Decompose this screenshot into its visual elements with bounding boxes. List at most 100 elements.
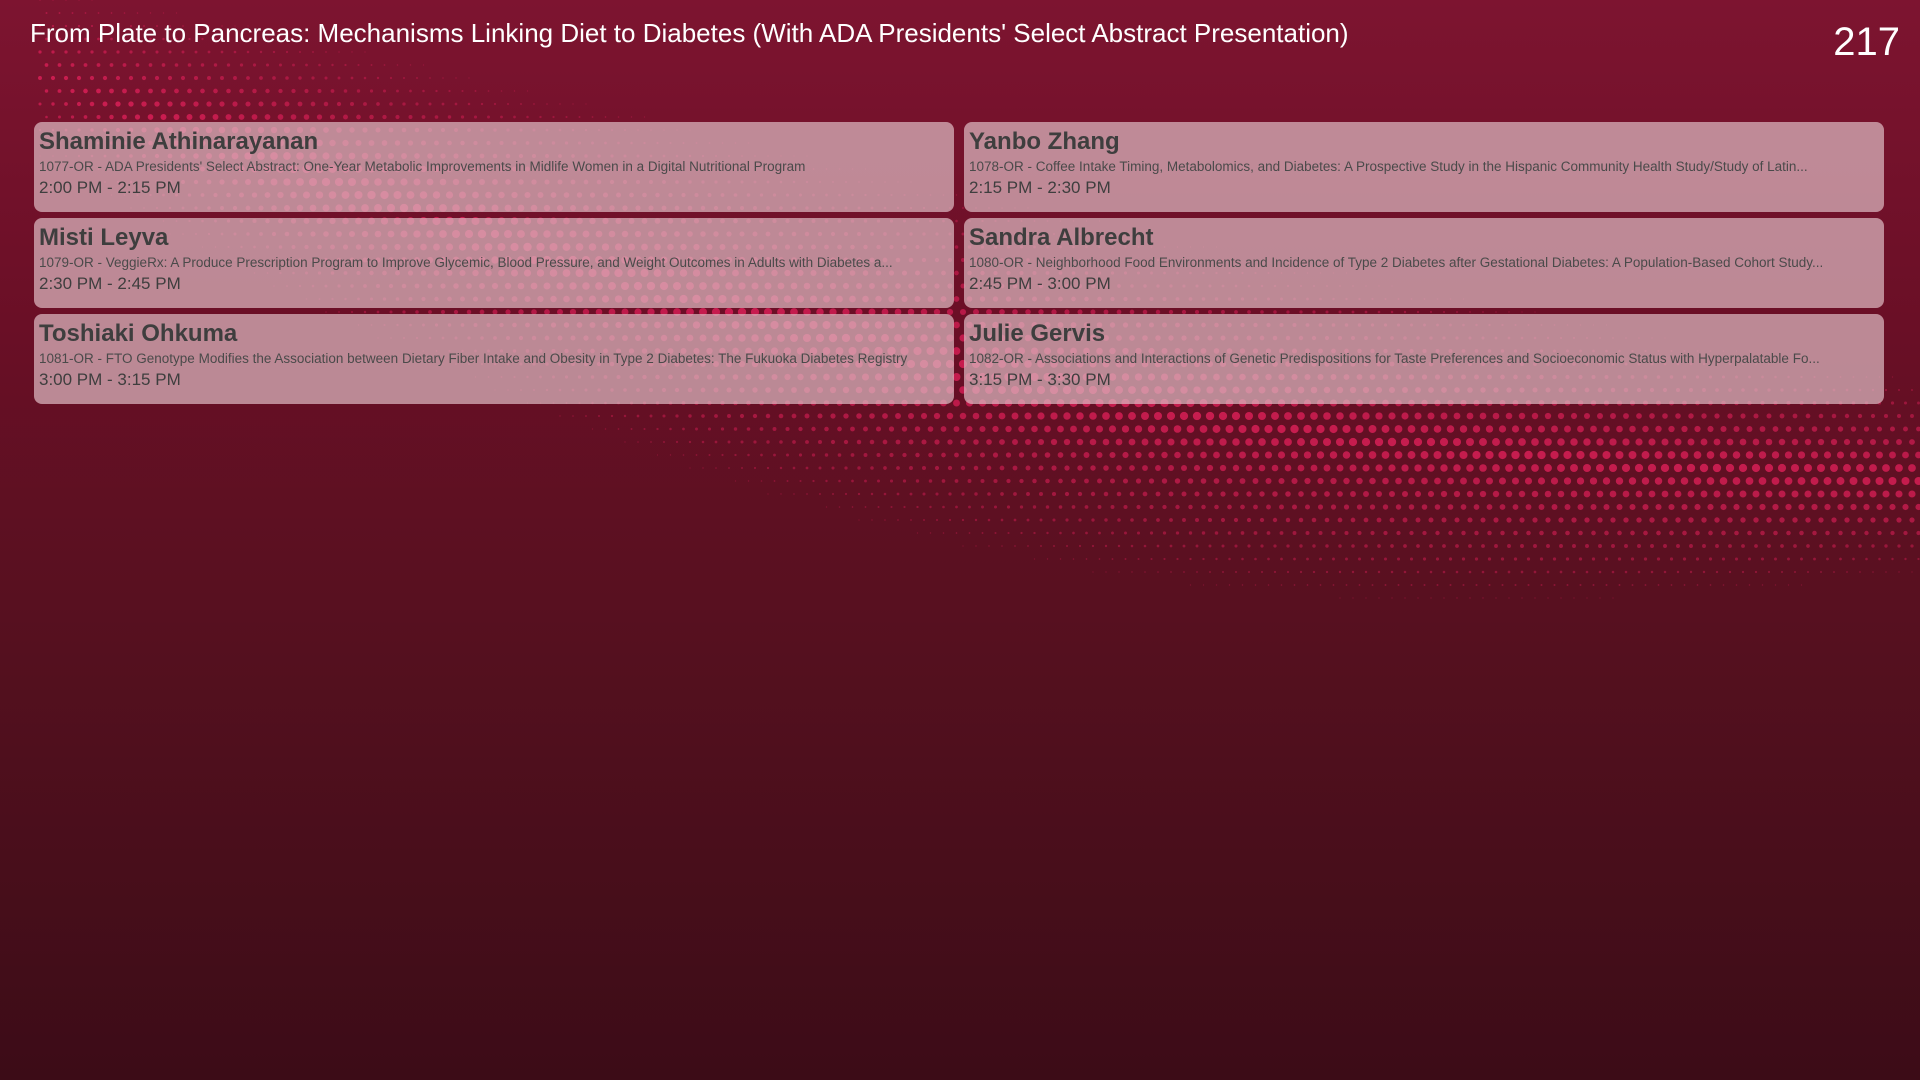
halftone-dot (1305, 531, 1310, 535)
halftone-dot (1180, 438, 1188, 446)
halftone-dot (1857, 517, 1863, 523)
halftone-dot (1109, 478, 1116, 484)
halftone-dot (1481, 544, 1485, 548)
halftone-dot (1628, 477, 1637, 485)
halftone-dot (1611, 544, 1615, 548)
halftone-dot (882, 439, 888, 445)
halftone-dot (1778, 490, 1786, 498)
halftone-dot (1228, 584, 1231, 586)
halftone-dot (1111, 558, 1114, 560)
halftone-dot (1453, 490, 1461, 498)
halftone-dot (1448, 530, 1453, 536)
halftone-dot (1752, 490, 1760, 498)
halftone-dot (1070, 425, 1077, 433)
halftone-dot (1482, 597, 1484, 599)
halftone-dot (1793, 570, 1797, 574)
halftone-dot (1852, 557, 1855, 561)
halftone-dot (428, 102, 432, 106)
halftone-dot (1728, 570, 1732, 574)
halftone-dot (1402, 517, 1408, 523)
halftone-dot (1902, 451, 1909, 459)
halftone-dot (1381, 425, 1390, 433)
halftone-dot (1552, 557, 1557, 561)
halftone-dot (1851, 530, 1856, 536)
halftone-dot (1435, 557, 1440, 561)
halftone-dot (1077, 491, 1083, 497)
halftone-dot (1610, 517, 1616, 523)
halftone-dot (1557, 464, 1565, 472)
halftone-dot (1188, 531, 1193, 535)
halftone-dot (1624, 570, 1628, 574)
halftone-dot (1382, 504, 1389, 510)
speaker-name: Sandra Albrecht (969, 224, 1154, 251)
halftone-dot (1240, 531, 1245, 535)
halftone-dot (1461, 530, 1466, 536)
halftone-dot (1435, 530, 1440, 536)
halftone-dot (51, 102, 55, 106)
session-card: Julie Gervis 1082-OR - Associations and … (964, 314, 1884, 404)
halftone-dot (1545, 517, 1551, 523)
halftone-dot (1641, 451, 1650, 459)
halftone-dot (1222, 571, 1224, 573)
halftone-dot (1891, 557, 1894, 561)
halftone-dot (1767, 544, 1771, 548)
halftone-dot (1102, 412, 1110, 420)
halftone-dot (1117, 544, 1121, 548)
halftone-dot (747, 480, 750, 482)
halftone-dot (959, 412, 967, 420)
halftone-dot (1078, 518, 1082, 522)
halftone-dot (1547, 597, 1549, 599)
halftone-dot (986, 465, 992, 471)
halftone-dot (1012, 439, 1018, 445)
halftone-dot (1891, 376, 1894, 378)
halftone-dot (1362, 464, 1370, 472)
halftone-dot (409, 89, 412, 93)
halftone-dot (1843, 438, 1851, 446)
halftone-dot (572, 103, 574, 105)
halftone-dot (799, 479, 802, 483)
halftone-dot (1803, 463, 1813, 473)
halftone-dot (1472, 425, 1481, 433)
halftone-dot (1824, 426, 1831, 432)
halftone-dot (1636, 413, 1642, 419)
halftone-dot (1908, 490, 1916, 498)
halftone-dot (1440, 490, 1448, 498)
halftone-dot (1779, 517, 1785, 523)
halftone-dot (206, 101, 212, 107)
halftone-dot (1376, 517, 1382, 523)
halftone-dot (1225, 425, 1234, 433)
halftone-dot (1084, 505, 1089, 509)
halftone-dot (1591, 530, 1596, 536)
halftone-dot (1311, 491, 1317, 497)
halftone-dot (1434, 504, 1441, 510)
halftone-dot (1475, 584, 1478, 586)
halftone-dot (1890, 401, 1895, 405)
halftone-dot (1316, 424, 1325, 434)
halftone-dot (303, 114, 310, 120)
halftone-dot (753, 466, 757, 470)
halftone-dot (1622, 438, 1630, 446)
halftone-dot (1046, 558, 1049, 560)
halftone-dot (147, 114, 154, 120)
halftone-dot (539, 115, 542, 119)
halftone-dot (552, 115, 555, 119)
halftone-dot (1564, 504, 1571, 510)
halftone-dot (805, 440, 809, 444)
halftone-dot (714, 440, 718, 444)
halftone-dot (946, 412, 954, 420)
halftone-dot (1033, 531, 1036, 535)
halftone-dot (1643, 557, 1648, 561)
halftone-dot (1394, 425, 1403, 433)
halftone-dot (1401, 490, 1409, 498)
halftone-dot (1739, 438, 1747, 446)
halftone-dot (895, 413, 901, 419)
halftone-dot (1032, 505, 1037, 509)
time-slot: 3:00 PM - 3:15 PM (39, 370, 181, 389)
halftone-dot (1760, 557, 1765, 561)
halftone-dot (902, 452, 907, 458)
halftone-dot (1682, 557, 1687, 561)
halftone-dot (382, 114, 387, 120)
halftone-dot (1800, 584, 1803, 586)
halftone-dot (1898, 571, 1900, 573)
halftone-dot (856, 413, 862, 419)
